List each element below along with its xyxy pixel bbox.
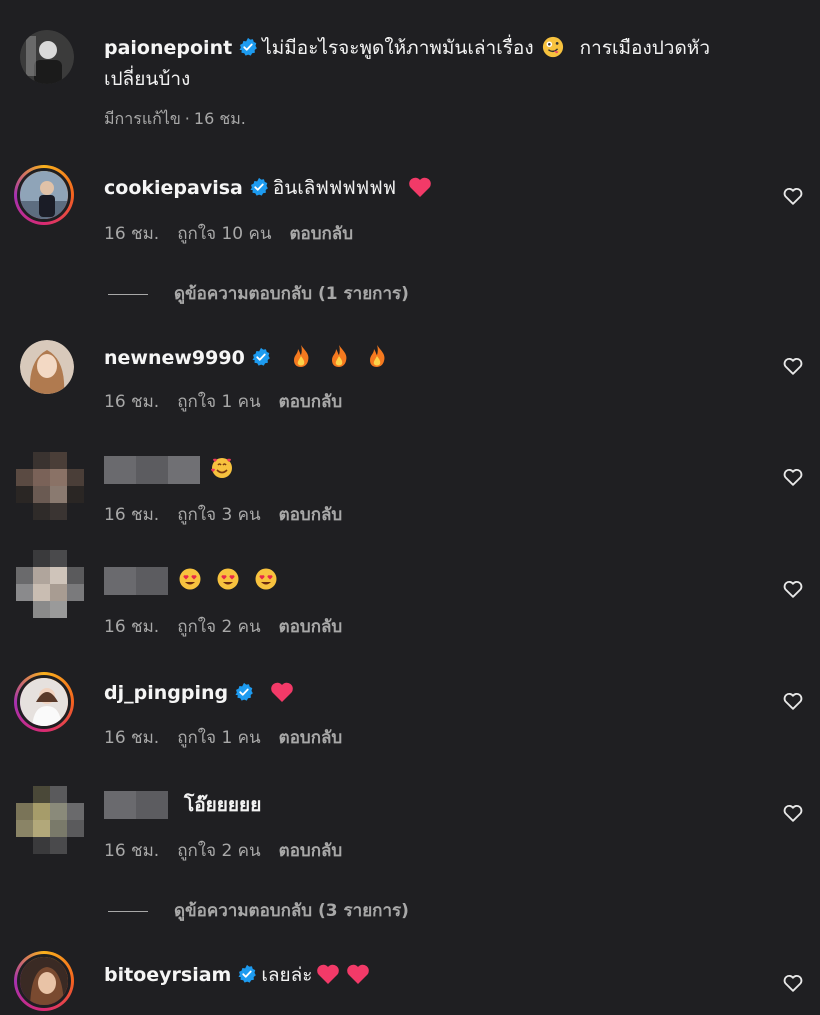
caption-line1: paionepoint ไม่มีอะไรจะพูดให้ภาพมันเล่าเร… — [104, 33, 710, 63]
like-count[interactable]: ถูกใจ 1 คน — [177, 392, 260, 412]
comment-line — [104, 455, 234, 485]
reply-button[interactable]: ตอบกลับ — [279, 617, 343, 637]
caption-text-b: การเมืองปวดหัว — [579, 37, 711, 59]
timestamp: 16 ชม. — [104, 505, 160, 525]
verified-badge-icon — [239, 37, 258, 56]
zany-face-emoji — [542, 36, 563, 58]
divider-line — [108, 293, 148, 295]
comment-line: โอ๊ยยยยย — [104, 790, 261, 820]
red-heart-emoji — [271, 682, 293, 702]
heart-eyes-emoji — [179, 568, 201, 590]
comment-line: dj_pingping — [104, 678, 294, 708]
timestamp: 16 ชม. — [104, 728, 160, 748]
username[interactable]: cookiepavisa — [104, 177, 243, 199]
like-count[interactable]: ถูกใจ 2 คน — [177, 617, 260, 637]
divider-line — [108, 910, 148, 912]
caption-text-2: เปลี่ยนบ้าง — [104, 68, 191, 90]
view-replies-button[interactable]: ดูข้อความตอบกลับ (3 รายการ) — [108, 897, 409, 924]
caption-text: ไม่มีอะไรจะพูดให้ภาพมันเล่าเรื่อง — [262, 37, 534, 59]
avatar-photo — [20, 957, 68, 1005]
verified-badge-icon — [250, 177, 268, 196]
verified-badge-icon — [238, 964, 257, 983]
avatar-photo — [20, 171, 68, 219]
reply-button[interactable]: ตอบกลับ — [289, 224, 353, 244]
avatar[interactable] — [14, 165, 74, 225]
heart-outline-icon[interactable] — [782, 466, 804, 488]
avatar-pixelated[interactable] — [16, 452, 84, 520]
edited-label: มีการแก้ไข — [104, 109, 181, 128]
avatar-pixelated[interactable] — [16, 786, 84, 854]
heart-eyes-emoji — [217, 568, 239, 590]
verified-badge-icon — [252, 347, 270, 366]
red-heart-emoji — [409, 177, 431, 197]
username[interactable]: paionepoint — [104, 37, 232, 59]
reply-button[interactable]: ตอบกลับ — [279, 392, 343, 412]
username-pixelated[interactable] — [104, 567, 168, 595]
view-replies-label: ดูข้อความตอบกลับ (1 รายการ) — [174, 284, 409, 304]
comment-meta: 16 ชม. ถูกใจ 2 คน ตอบกลับ — [104, 613, 360, 640]
avatar-pixelated[interactable] — [16, 550, 84, 618]
avatar-photo — [20, 678, 68, 726]
timestamp: 16 ชม. — [104, 392, 160, 412]
fire-emoji — [331, 345, 347, 367]
username[interactable]: bitoeyrsiam — [104, 964, 231, 986]
heart-outline-icon[interactable] — [782, 355, 804, 377]
view-replies-label: ดูข้อความตอบกลับ (3 รายการ) — [174, 901, 409, 921]
username-pixelated[interactable] — [104, 791, 168, 819]
comment-line: newnew9990 — [104, 343, 387, 373]
timestamp: 16 ชม. — [193, 109, 246, 128]
heart-outline-icon[interactable] — [782, 802, 804, 824]
avatar[interactable] — [14, 951, 74, 1011]
username-pixelated[interactable] — [104, 456, 200, 484]
heart-outline-icon[interactable] — [782, 690, 804, 712]
like-count[interactable]: ถูกใจ 10 คน — [177, 224, 271, 244]
dot-separator: · — [184, 109, 190, 128]
avatar-photo — [20, 340, 74, 394]
avatar[interactable] — [14, 672, 74, 732]
fire-emoji — [369, 345, 385, 367]
like-count[interactable]: ถูกใจ 2 คน — [177, 841, 260, 861]
avatar-photo — [20, 30, 74, 84]
heart-eyes-emoji — [255, 568, 277, 590]
reply-button[interactable]: ตอบกลับ — [279, 841, 343, 861]
comment-meta: 16 ชม. ถูกใจ 10 คน ตอบกลับ — [104, 220, 371, 247]
heart-outline-icon[interactable] — [782, 185, 804, 207]
like-count[interactable]: ถูกใจ 1 คน — [177, 728, 260, 748]
avatar[interactable] — [20, 340, 74, 394]
caption-meta: มีการแก้ไข · 16 ชม. — [104, 107, 264, 132]
timestamp: 16 ชม. — [104, 617, 160, 637]
username[interactable]: dj_pingping — [104, 682, 228, 704]
comment-line: cookiepavisa อินเลิฟฟฟฟฟฟ — [104, 173, 432, 203]
smiling-face-with-hearts-emoji — [211, 458, 233, 478]
comment-line: bitoeyrsiam เลยล่ะ — [104, 960, 370, 990]
comment-meta: 16 ชม. ถูกใจ 1 คน ตอบกลับ — [104, 388, 360, 415]
like-count[interactable]: ถูกใจ 3 คน — [177, 505, 260, 525]
timestamp: 16 ชม. — [104, 841, 160, 861]
comment-meta: 16 ชม. ถูกใจ 2 คน ตอบกลับ — [104, 837, 360, 864]
comment-text: โอ๊ยยยยย — [184, 794, 262, 816]
comment-text: อินเลิฟฟฟฟฟฟ — [272, 177, 397, 199]
username[interactable]: newnew9990 — [104, 347, 245, 369]
comment-meta: 16 ชม. ถูกใจ 1 คน ตอบกลับ — [104, 724, 360, 751]
reply-button[interactable]: ตอบกลับ — [279, 728, 343, 748]
fire-emoji — [293, 345, 309, 367]
avatar[interactable] — [20, 30, 74, 84]
comment-meta: 16 ชม. ถูกใจ 3 คน ตอบกลับ — [104, 501, 360, 528]
comment-line — [104, 566, 278, 596]
caption-line2: เปลี่ยนบ้าง — [104, 64, 190, 94]
view-replies-button[interactable]: ดูข้อความตอบกลับ (1 รายการ) — [108, 280, 409, 307]
heart-outline-icon[interactable] — [782, 578, 804, 600]
reply-button[interactable]: ตอบกลับ — [279, 505, 343, 525]
timestamp: 16 ชม. — [104, 224, 160, 244]
comment-text: เลยล่ะ — [261, 964, 313, 986]
verified-badge-icon — [235, 682, 253, 701]
red-heart-emoji — [317, 964, 340, 984]
heart-outline-icon[interactable] — [782, 972, 804, 994]
red-heart-emoji — [347, 964, 370, 984]
